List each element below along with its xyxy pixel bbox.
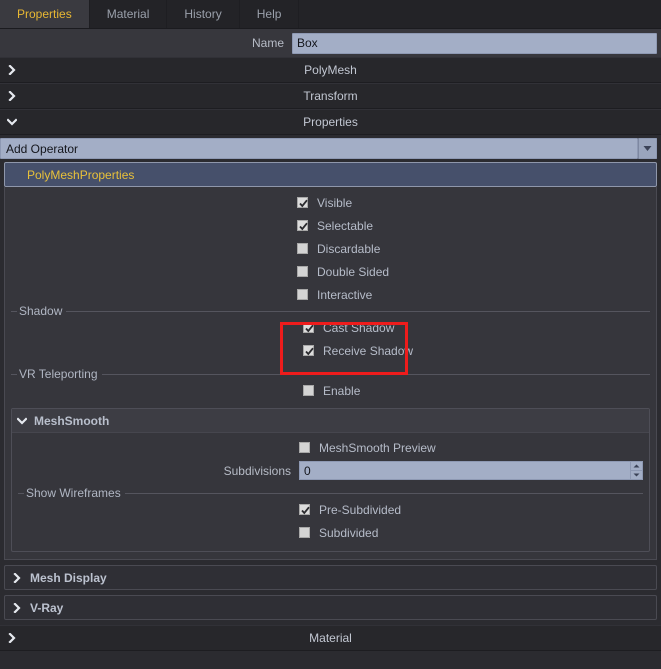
option-label: Cast Shadow [323, 320, 395, 335]
panel-title: Mesh Display [30, 570, 107, 585]
option-row-receive-shadow[interactable]: Receive Shadow [11, 339, 650, 362]
add-operator-select[interactable]: Add Operator [0, 138, 638, 159]
stepper-up-icon[interactable] [631, 462, 642, 471]
chevron-down-icon [4, 110, 20, 134]
option-label: Receive Shadow [323, 343, 414, 358]
section-header-material[interactable]: Material [0, 625, 661, 651]
option-row-meshsmooth-preview[interactable]: MeshSmooth Preview [12, 436, 649, 459]
option-row-subdivided[interactable]: Subdivided [18, 521, 643, 544]
group-shadow: Shadow Cast Shadow Receive Shadow [11, 304, 650, 362]
chevron-right-icon [4, 626, 20, 650]
checkbox-cast-shadow[interactable] [303, 322, 314, 333]
stepper-down-icon[interactable] [631, 471, 642, 479]
checkbox-pre-subdivided[interactable] [299, 504, 310, 515]
section-header-transform[interactable]: Transform [0, 83, 661, 109]
option-row-visible[interactable]: Visible [5, 191, 656, 214]
option-row-selectable[interactable]: Selectable [5, 214, 656, 237]
section-title: PolyMesh [304, 63, 357, 77]
tab-label: Material [106, 7, 150, 21]
tab-label: Help [256, 7, 282, 21]
stepper-buttons[interactable] [630, 461, 643, 480]
option-row-interactive[interactable]: Interactive [5, 283, 656, 306]
checkbox-receive-shadow[interactable] [303, 345, 314, 356]
section-header-polymesh[interactable]: PolyMesh [0, 57, 661, 83]
tab-bar: Properties Material History Help [0, 0, 661, 29]
tab-properties[interactable]: Properties [0, 0, 90, 28]
tab-help[interactable]: Help [240, 0, 300, 28]
option-row-discardable[interactable]: Discardable [5, 237, 656, 260]
operator-row-polymeshproperties[interactable]: PolyMeshProperties [4, 162, 657, 187]
chevron-right-icon [4, 58, 20, 82]
section-title: Transform [303, 89, 358, 103]
operator-label: PolyMeshProperties [27, 167, 135, 182]
operator-body: Visible Selectable Discardable Double Si… [4, 187, 657, 560]
chevron-right-icon [12, 572, 22, 583]
option-row-pre-subdivided[interactable]: Pre-Subdivided [18, 498, 643, 521]
option-label: Enable [323, 383, 361, 398]
panel-mesh-display[interactable]: Mesh Display [4, 565, 657, 590]
section-title: Properties [303, 115, 358, 129]
subdivisions-input[interactable]: 0 [299, 461, 630, 480]
panel-header-meshsmooth[interactable]: MeshSmooth [12, 409, 649, 433]
tab-label: Properties [17, 7, 72, 21]
tab-history[interactable]: History [167, 0, 240, 28]
name-row: Name Box [0, 29, 661, 57]
checkbox-discardable[interactable] [297, 243, 308, 254]
subdivisions-row: Subdivisions 0 [12, 459, 649, 482]
checkbox-enable[interactable] [303, 385, 314, 396]
chevron-right-icon [12, 602, 22, 613]
option-label: Interactive [317, 287, 373, 302]
subdivisions-stepper[interactable]: 0 [299, 461, 643, 480]
option-label: Subdivided [319, 525, 379, 540]
name-label: Name [251, 36, 284, 50]
panel-vray[interactable]: V-Ray [4, 595, 657, 620]
add-operator-row: Add Operator [0, 135, 661, 161]
checkbox-meshsmooth-preview[interactable] [299, 442, 310, 453]
checkbox-subdivided[interactable] [299, 527, 310, 538]
tab-label: History [184, 7, 222, 21]
option-label: Visible [317, 195, 353, 210]
group-vr-teleporting: VR Teleporting Enable [11, 367, 650, 402]
chevron-down-icon [17, 416, 27, 426]
panel-title: V-Ray [30, 600, 64, 615]
option-label: MeshSmooth Preview [319, 440, 436, 455]
checkbox-interactive[interactable] [297, 289, 308, 300]
group-show-wireframes: Show Wireframes Pre-Subdivided Subdivide… [18, 486, 643, 544]
chevron-right-icon [4, 84, 20, 108]
checkbox-visible[interactable] [297, 197, 308, 208]
panel-meshsmooth: MeshSmooth MeshSmooth Preview Subdivisio… [11, 408, 650, 552]
section-title: Material [309, 631, 352, 645]
section-header-properties[interactable]: Properties [0, 109, 661, 135]
subdivisions-label: Subdivisions [223, 463, 291, 478]
option-row-double-sided[interactable]: Double Sided [5, 260, 656, 283]
option-label: Pre-Subdivided [319, 502, 402, 517]
panel-title: MeshSmooth [34, 413, 110, 428]
option-row-enable[interactable]: Enable [11, 379, 650, 402]
checkbox-double-sided[interactable] [297, 266, 308, 277]
checkbox-selectable[interactable] [297, 220, 308, 231]
option-label: Selectable [317, 218, 374, 233]
option-label: Double Sided [317, 264, 390, 279]
name-input[interactable]: Box [292, 32, 657, 54]
chevron-down-icon[interactable] [638, 138, 657, 159]
tab-material[interactable]: Material [90, 0, 168, 28]
option-label: Discardable [317, 241, 381, 256]
option-row-cast-shadow[interactable]: Cast Shadow [11, 316, 650, 339]
